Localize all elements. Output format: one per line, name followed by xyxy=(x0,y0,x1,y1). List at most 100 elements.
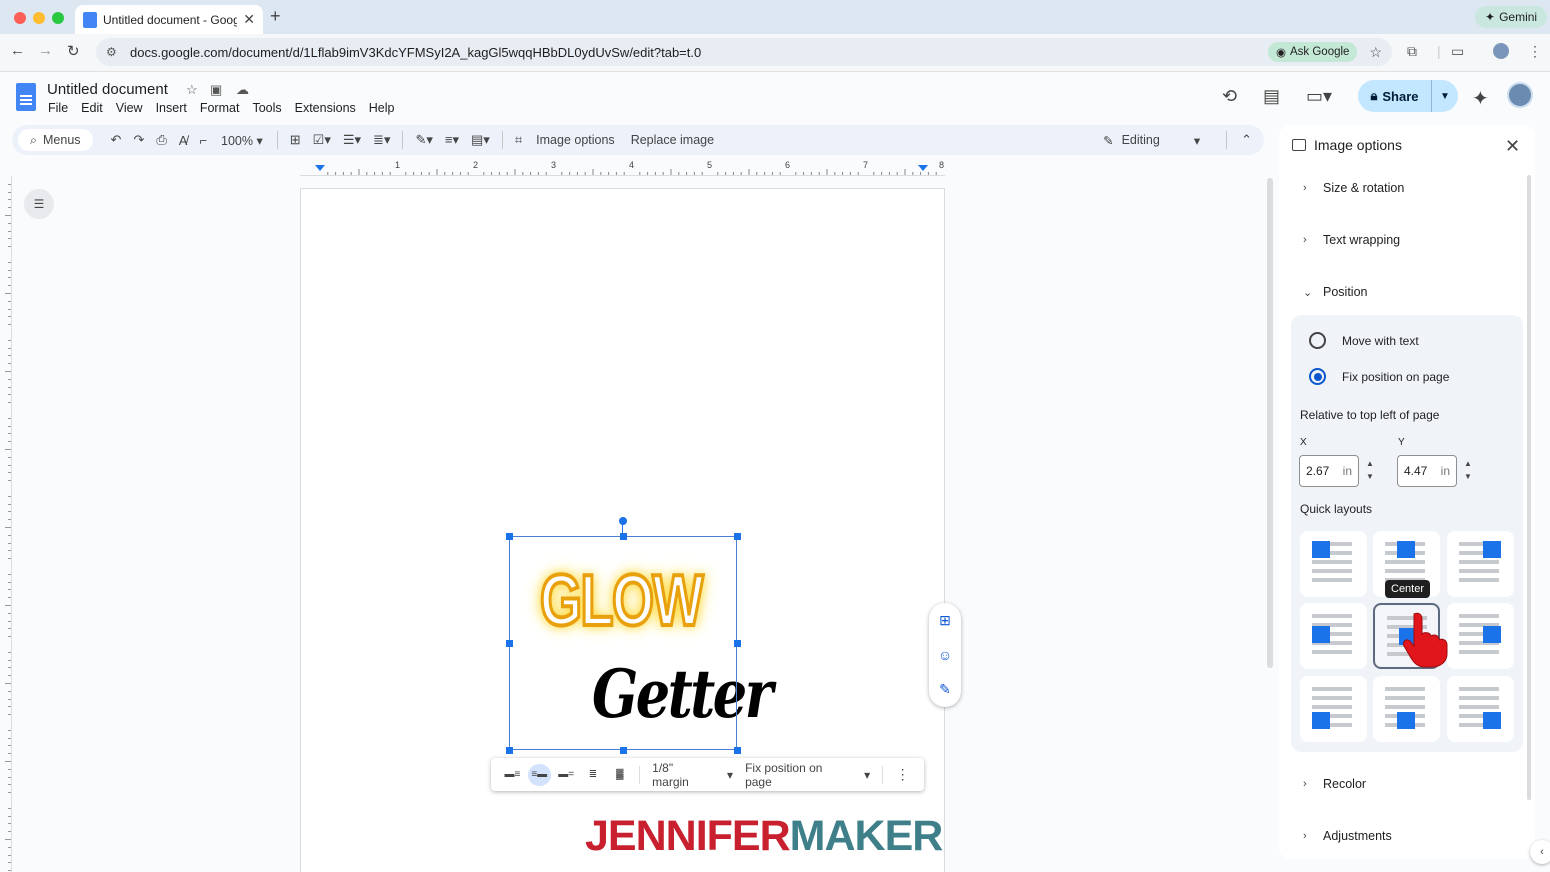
section-size-rotation[interactable]: › Size & rotation xyxy=(1303,181,1404,195)
gemini-sparkle-icon[interactable]: ✦ xyxy=(1472,86,1489,111)
crop-icon[interactable]: ⌗ xyxy=(515,132,522,148)
bookmark-star-icon[interactable]: ☆ xyxy=(1369,44,1382,61)
resize-handle[interactable] xyxy=(506,640,513,647)
quick-layout-bottom-right[interactable] xyxy=(1447,676,1514,742)
x-position-input[interactable]: 2.67 in xyxy=(1299,455,1359,487)
profile-avatar-icon[interactable] xyxy=(1493,43,1509,59)
menu-format[interactable]: Format xyxy=(200,101,240,115)
rotate-handle[interactable] xyxy=(619,517,627,525)
print-icon[interactable]: ⎙ xyxy=(156,132,166,148)
menu-extensions[interactable]: Extensions xyxy=(295,101,356,115)
site-settings-icon[interactable]: ⚙ xyxy=(106,45,124,59)
close-window-button[interactable] xyxy=(14,12,26,24)
border-dash-icon[interactable]: ▤▾ xyxy=(471,132,490,148)
border-color-icon[interactable]: ✎▾ xyxy=(415,132,432,148)
address-bar[interactable]: ⚙ docs.google.com/document/d/1Lflab9imV3… xyxy=(96,38,1392,66)
image-options-button[interactable]: Image options xyxy=(536,133,615,147)
new-tab-button[interactable]: + xyxy=(270,6,281,27)
collapse-panel-icon[interactable]: ‹ xyxy=(1530,840,1550,864)
vertical-ruler[interactable] xyxy=(0,176,12,872)
menu-edit[interactable]: Edit xyxy=(81,101,103,115)
resize-handle[interactable] xyxy=(734,533,741,540)
account-avatar[interactable] xyxy=(1507,82,1533,108)
y-stepper-icon[interactable]: ▲ ▼ xyxy=(1464,457,1472,483)
close-tab-icon[interactable]: ✕ xyxy=(243,11,255,28)
minimize-window-button[interactable] xyxy=(33,12,45,24)
reload-icon[interactable]: ↻ xyxy=(67,42,80,60)
bullet-list-icon[interactable]: ☰▾ xyxy=(343,132,361,148)
quick-layout-middle-left[interactable] xyxy=(1300,603,1367,669)
docs-logo-icon[interactable] xyxy=(16,83,36,111)
browser-menu-icon[interactable]: ⋮ xyxy=(1528,43,1542,60)
menu-help[interactable]: Help xyxy=(369,101,395,115)
star-icon[interactable]: ☆ xyxy=(186,82,198,98)
margin-select[interactable]: 1/8" margin ▾ xyxy=(652,761,733,789)
extensions-icon[interactable]: ⧉ xyxy=(1407,43,1417,60)
move-with-text-radio[interactable] xyxy=(1309,332,1326,349)
search-menus-button[interactable]: ⌕ Menus xyxy=(18,129,93,151)
position-select[interactable]: Fix position on page ▾ xyxy=(745,761,870,789)
quick-layout-top-right[interactable] xyxy=(1447,531,1514,597)
ask-google-button[interactable]: ◉ Ask Google xyxy=(1267,42,1358,62)
document-scrollbar[interactable] xyxy=(1267,178,1273,668)
back-icon[interactable]: ← xyxy=(10,42,25,59)
resize-handle[interactable] xyxy=(506,747,513,754)
replace-image-button[interactable]: Replace image xyxy=(631,133,714,147)
meet-icon[interactable]: ▭▾ xyxy=(1306,86,1332,107)
section-position[interactable]: ⌄ Position xyxy=(1303,285,1367,299)
emoji-reaction-icon[interactable]: ☺ xyxy=(938,647,952,663)
in-front-of-text-icon[interactable]: ▓ xyxy=(608,764,631,786)
menu-view[interactable]: View xyxy=(116,101,143,115)
border-weight-icon[interactable]: ≡▾ xyxy=(445,132,459,148)
paint-format-icon[interactable]: ⌐ xyxy=(199,133,207,148)
selected-image[interactable] xyxy=(509,536,737,750)
break-text-icon[interactable]: ▬= xyxy=(555,764,578,786)
add-comment-icon[interactable]: ⊞ xyxy=(939,612,951,629)
gemini-button[interactable]: ✦ Gemini xyxy=(1475,6,1548,28)
quick-layout-top-left[interactable] xyxy=(1300,531,1367,597)
behind-text-icon[interactable]: ≣ xyxy=(582,764,605,786)
resize-handle[interactable] xyxy=(620,747,627,754)
document-outline-icon[interactable]: ☰ xyxy=(24,189,54,219)
section-adjustments[interactable]: › Adjustments xyxy=(1303,829,1392,843)
forward-icon[interactable]: → xyxy=(38,42,53,59)
move-folder-icon[interactable]: ▣ xyxy=(210,82,222,98)
spellcheck-icon[interactable]: A̸ xyxy=(179,133,188,148)
y-position-input[interactable]: 4.47 in xyxy=(1397,455,1457,487)
add-comment-icon[interactable]: ⊞ xyxy=(290,132,301,148)
wrap-text-icon[interactable]: ≡▬ xyxy=(527,763,551,786)
share-button[interactable]: 🔒︎ Share ▼ xyxy=(1358,80,1458,112)
checklist-icon[interactable]: ☑▾ xyxy=(313,132,331,148)
browser-tab[interactable]: Untitled document - Google D ✕ xyxy=(75,5,263,34)
undo-icon[interactable]: ↶ xyxy=(111,132,122,148)
quick-layout-bottom-center[interactable] xyxy=(1373,676,1440,742)
suggest-edits-icon[interactable]: ✎ xyxy=(939,681,951,698)
section-text-wrapping[interactable]: › Text wrapping xyxy=(1303,233,1400,247)
panel-scrollbar[interactable] xyxy=(1527,175,1531,800)
resize-handle[interactable] xyxy=(734,640,741,647)
editing-mode-select[interactable]: ✎ Editing ▾ xyxy=(1103,133,1200,148)
redo-icon[interactable]: ↷ xyxy=(133,132,144,148)
document-title[interactable]: Untitled document xyxy=(47,81,168,98)
resize-handle[interactable] xyxy=(734,747,741,754)
resize-handle[interactable] xyxy=(506,533,513,540)
resize-handle[interactable] xyxy=(620,533,627,540)
fix-position-radio[interactable] xyxy=(1309,368,1326,385)
version-history-icon[interactable]: ⟲ xyxy=(1222,86,1237,107)
menu-tools[interactable]: Tools xyxy=(252,101,281,115)
cast-icon[interactable]: ▭ xyxy=(1451,43,1464,60)
numbered-list-icon[interactable]: ≣▾ xyxy=(373,132,390,148)
comments-icon[interactable]: ▤ xyxy=(1263,86,1280,107)
more-options-icon[interactable]: ⋮ xyxy=(891,764,914,786)
quick-layout-middle-right[interactable] xyxy=(1447,603,1514,669)
in-line-wrap-icon[interactable]: ▬≡ xyxy=(501,764,524,786)
menu-insert[interactable]: Insert xyxy=(156,101,187,115)
quick-layout-bottom-left[interactable] xyxy=(1300,676,1367,742)
close-panel-icon[interactable]: ✕ xyxy=(1505,136,1520,157)
maximize-window-button[interactable] xyxy=(52,12,64,24)
section-recolor[interactable]: › Recolor xyxy=(1303,777,1366,791)
x-stepper-icon[interactable]: ▲ ▼ xyxy=(1366,457,1374,483)
menu-file[interactable]: File xyxy=(48,101,68,115)
hide-menus-icon[interactable]: ⌃ xyxy=(1241,132,1252,148)
share-dropdown-icon[interactable]: ▼ xyxy=(1432,91,1458,102)
